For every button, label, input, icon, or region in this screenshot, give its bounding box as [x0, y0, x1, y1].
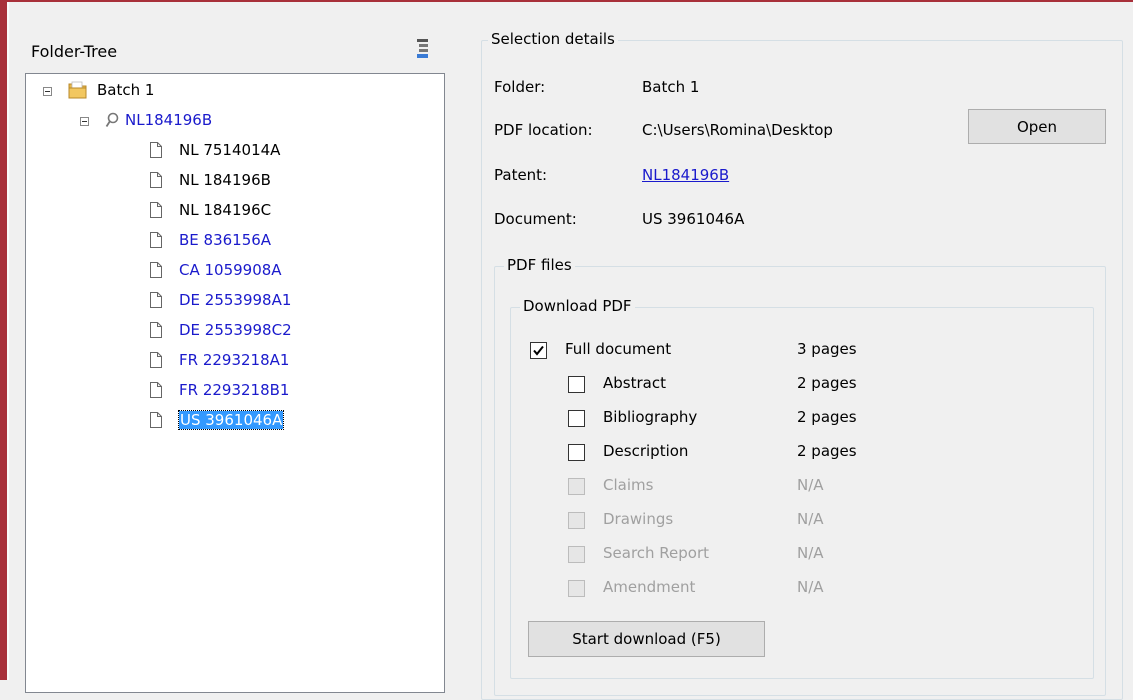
option-label[interactable]: Abstract — [603, 374, 666, 392]
checkbox-full-document[interactable] — [530, 342, 547, 359]
selection-details-title: Selection details — [488, 30, 618, 48]
folder-tree-title: Folder-Tree — [31, 42, 118, 61]
tree-node-document[interactable]: DE 2553998C2 — [179, 318, 292, 342]
checkbox-bibliography[interactable] — [568, 410, 585, 427]
tree-node-document[interactable]: NL 7514014A — [179, 138, 280, 162]
checkbox-claims — [568, 478, 585, 495]
checkbox-drawings — [568, 512, 585, 529]
document-icon — [150, 232, 162, 248]
folder-label: Folder: — [494, 78, 546, 96]
tree-node-document[interactable]: US 3961046A — [177, 408, 285, 432]
collapse-patent-expander[interactable] — [80, 117, 89, 126]
download-pdf-title: Download PDF — [520, 297, 635, 315]
tree-node-document[interactable]: FR 2293218B1 — [179, 378, 289, 402]
tree-node-document[interactable]: CA 1059908A — [179, 258, 282, 282]
tree-node-document[interactable]: DE 2553998A1 — [179, 288, 291, 312]
pdf-location-value: C:\Users\Romina\Desktop — [642, 121, 833, 139]
option-label: Amendment — [603, 578, 696, 596]
page-count: 2 pages — [797, 374, 857, 392]
patent-link[interactable]: NL184196B — [642, 166, 729, 184]
checkbox-amendment — [568, 580, 585, 597]
tree-node-patent[interactable]: NL184196B — [125, 108, 212, 132]
tree-node-document-label: CA 1059908A — [179, 261, 282, 279]
document-icon — [150, 412, 162, 428]
tree-node-document-label: FR 2293218A1 — [179, 351, 290, 369]
option-label[interactable]: Bibliography — [603, 408, 697, 426]
option-label[interactable]: Description — [603, 442, 688, 460]
search-icon — [105, 112, 119, 128]
tree-node-document-label: US 3961046A — [177, 410, 285, 430]
collapse-all-icon[interactable] — [416, 38, 430, 60]
page-count: N/A — [797, 578, 824, 596]
document-value: US 3961046A — [642, 210, 745, 228]
document-icon — [150, 352, 162, 368]
document-icon — [150, 382, 162, 398]
patent-label: Patent: — [494, 166, 548, 184]
tree-node-document-label: NL 7514014A — [179, 141, 281, 159]
document-icon — [150, 292, 162, 308]
document-icon — [150, 322, 162, 338]
document-icon — [150, 172, 162, 188]
collapse-batch-expander[interactable] — [43, 87, 52, 96]
page-count: N/A — [797, 476, 824, 494]
window-frame-top — [0, 0, 1133, 2]
tree-node-document-label: DE 2553998A1 — [179, 291, 292, 309]
folder-icon — [68, 81, 88, 99]
tree-node-document-label: NL 184196C — [179, 201, 272, 219]
tree-node-document-label: FR 2293218B1 — [179, 381, 290, 399]
page-count: 2 pages — [797, 442, 857, 460]
document-icon — [150, 262, 162, 278]
tree-node-document-label: BE 836156A — [179, 231, 272, 249]
document-label: Document: — [494, 210, 577, 228]
folder-value: Batch 1 — [642, 78, 700, 96]
page-count: 3 pages — [797, 340, 857, 358]
checkmark-icon — [533, 345, 544, 356]
tree-node-document-label: DE 2553998C2 — [179, 321, 292, 339]
option-label: Claims — [603, 476, 654, 494]
tree-node-document[interactable]: FR 2293218A1 — [179, 348, 289, 372]
checkbox-abstract[interactable] — [568, 376, 585, 393]
window-frame-highlight — [7, 2, 9, 680]
tree-node-batch[interactable]: Batch 1 — [97, 78, 154, 102]
page-count: N/A — [797, 544, 824, 562]
folder-tree[interactable]: Batch 1 NL184196B NL 7514014A NL 184196B N… — [25, 73, 445, 693]
pdf-location-label: PDF location: — [494, 121, 593, 139]
open-button[interactable]: Open — [968, 109, 1106, 144]
tree-node-document-label: NL 184196B — [179, 171, 271, 189]
page-count: N/A — [797, 510, 824, 528]
document-icon — [150, 142, 162, 158]
option-label[interactable]: Full document — [565, 340, 671, 358]
tree-node-document[interactable]: NL 184196C — [179, 198, 271, 222]
tree-node-document[interactable]: NL 184196B — [179, 168, 271, 192]
page-count: 2 pages — [797, 408, 857, 426]
checkbox-search-report — [568, 546, 585, 563]
window-frame-left — [0, 0, 7, 680]
tree-node-document[interactable]: BE 836156A — [179, 228, 271, 252]
checkbox-description[interactable] — [568, 444, 585, 461]
document-icon — [150, 202, 162, 218]
option-label: Search Report — [603, 544, 710, 562]
start-download-button[interactable]: Start download (F5) — [528, 621, 765, 657]
option-label: Drawings — [603, 510, 674, 528]
pdf-files-title: PDF files — [504, 256, 575, 274]
